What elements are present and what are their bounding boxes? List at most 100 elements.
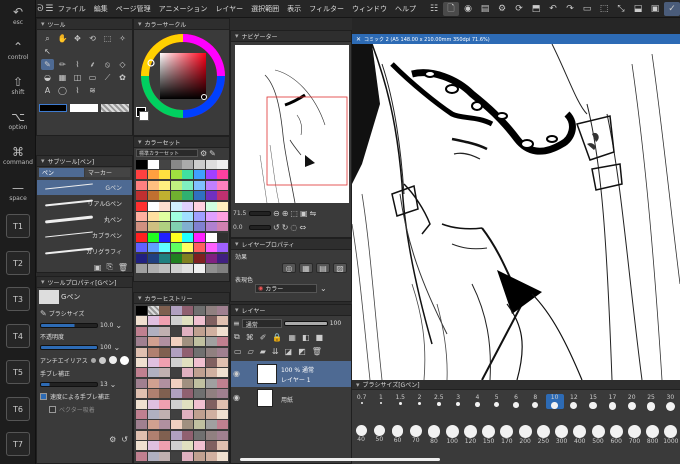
color-swatch[interactable]: [170, 264, 182, 273]
color-swatch[interactable]: [136, 222, 147, 232]
antialias-medium[interactable]: [108, 356, 117, 364]
history-swatch[interactable]: [147, 389, 159, 399]
color-swatch[interactable]: [136, 191, 147, 201]
color-swatch[interactable]: [147, 253, 159, 263]
select-icon[interactable]: ⬚: [101, 33, 114, 44]
draft-icon[interactable]: ✐: [260, 333, 267, 342]
history-swatch[interactable]: [217, 306, 229, 315]
color-wheel[interactable]: [140, 33, 226, 119]
history-swatch[interactable]: [194, 420, 205, 430]
brush-size-option[interactable]: 10: [545, 394, 564, 409]
color-swatch[interactable]: [147, 191, 159, 201]
color-swatch[interactable]: [194, 180, 205, 190]
subtool-item[interactable]: 丸ペン: [37, 212, 132, 227]
history-swatch[interactable]: [182, 451, 194, 461]
brush-size-option[interactable]: 8: [526, 394, 544, 409]
history-swatch[interactable]: [147, 326, 159, 336]
color-swatch[interactable]: [205, 180, 217, 190]
history-swatch[interactable]: [205, 389, 217, 399]
history-swatch[interactable]: [205, 306, 217, 315]
edge-key-command[interactable]: ⌘ command: [2, 146, 34, 167]
history-swatch[interactable]: [194, 306, 205, 315]
color-swatch[interactable]: [147, 243, 159, 253]
brush-size-option[interactable]: 25: [642, 394, 660, 411]
history-swatch[interactable]: [194, 347, 205, 357]
redo-icon[interactable]: ↷: [562, 2, 578, 16]
history-swatch[interactable]: [217, 347, 229, 357]
color-swatch[interactable]: [194, 222, 205, 232]
fill-icon[interactable]: ▣: [647, 2, 663, 16]
brush-size-option[interactable]: 150: [480, 424, 498, 445]
color-swatch[interactable]: [159, 191, 171, 201]
rotate-tool-icon[interactable]: ⟲: [86, 33, 99, 44]
brush-size-option[interactable]: 250: [534, 424, 552, 445]
brush-size-option[interactable]: 3: [449, 394, 467, 407]
brush-icon[interactable]: ⌇: [71, 59, 84, 70]
actual-size-icon[interactable]: ▣: [300, 209, 308, 218]
history-swatch[interactable]: [159, 389, 171, 399]
stabilization-chevron-icon[interactable]: ⌄: [110, 380, 117, 389]
zoom-in-icon[interactable]: ⊕: [282, 209, 289, 218]
apply-mask-icon[interactable]: ◩: [298, 347, 306, 356]
history-swatch[interactable]: [136, 316, 147, 326]
check-icon[interactable]: ✓: [664, 1, 680, 16]
history-swatch[interactable]: [217, 389, 229, 399]
history-swatch[interactable]: [205, 451, 217, 461]
history-swatch[interactable]: [182, 368, 194, 378]
touch-key-t2[interactable]: T2: [6, 251, 30, 275]
history-swatch[interactable]: [205, 378, 217, 388]
history-swatch[interactable]: [217, 337, 229, 347]
figure-icon[interactable]: ◫: [71, 72, 84, 83]
magic-wand-icon[interactable]: ✧: [116, 33, 129, 44]
color-swatch[interactable]: [136, 201, 147, 211]
zoom-out-icon[interactable]: ⊖: [273, 209, 280, 218]
history-swatch[interactable]: [147, 420, 159, 430]
history-swatch[interactable]: [170, 441, 182, 451]
menu-item-8[interactable]: ウィンドウ: [348, 4, 391, 14]
pressure-icon[interactable]: ✎: [40, 309, 47, 318]
sub-color-swatch[interactable]: [70, 104, 98, 112]
color-swatch[interactable]: [194, 212, 205, 221]
color-swatch[interactable]: [182, 180, 194, 190]
history-swatch[interactable]: [217, 410, 229, 419]
history-swatch[interactable]: [159, 347, 171, 357]
menu-item-2[interactable]: ページ管理: [112, 4, 155, 14]
history-swatch[interactable]: [205, 337, 217, 347]
brush-size-option[interactable]: 200: [516, 424, 534, 445]
color-swatch[interactable]: [136, 232, 147, 242]
opacity-chevron-icon[interactable]: ⌄: [113, 343, 120, 352]
edge-key-esc[interactable]: ↶ esc: [2, 6, 34, 27]
expression-chevron-icon[interactable]: ⌄: [320, 284, 327, 293]
history-swatch[interactable]: [194, 441, 205, 451]
history-swatch[interactable]: [159, 399, 171, 409]
brush-size-option[interactable]: 1000: [662, 424, 680, 445]
history-swatch[interactable]: [194, 368, 205, 378]
history-swatch[interactable]: [182, 326, 194, 336]
border-effect-icon[interactable]: ◎: [282, 263, 296, 273]
new-raster-layer-icon[interactable]: ▭: [234, 347, 242, 356]
pencil-icon[interactable]: ✏: [56, 59, 69, 70]
color-swatch[interactable]: [182, 191, 194, 201]
color-swatch[interactable]: [136, 160, 147, 169]
color-swatch[interactable]: [194, 201, 205, 211]
color-swatch[interactable]: [159, 212, 171, 221]
tab-marker[interactable]: マーカー: [85, 168, 130, 177]
color-swatch[interactable]: [194, 264, 205, 273]
delete-icon[interactable]: ▭: [579, 2, 595, 16]
ruler-icon[interactable]: ⟋: [101, 72, 114, 83]
history-swatch[interactable]: [147, 347, 159, 357]
eraser-icon[interactable]: ◇: [116, 59, 129, 70]
history-swatch[interactable]: [159, 368, 171, 378]
collapse-icon[interactable]: ▾: [235, 306, 239, 314]
gradient-icon[interactable]: ▦: [56, 72, 69, 83]
main-color-swatch[interactable]: [39, 104, 67, 112]
history-swatch[interactable]: [147, 378, 159, 388]
color-swatch[interactable]: [136, 180, 147, 190]
history-swatch[interactable]: [147, 430, 159, 440]
color-swatch[interactable]: [136, 253, 147, 263]
color-swatch[interactable]: [159, 180, 171, 190]
brush-size-option[interactable]: 80: [425, 424, 443, 445]
color-swatch[interactable]: [217, 253, 229, 263]
history-swatch[interactable]: [182, 389, 194, 399]
menu-item-6[interactable]: 表示: [283, 4, 305, 14]
